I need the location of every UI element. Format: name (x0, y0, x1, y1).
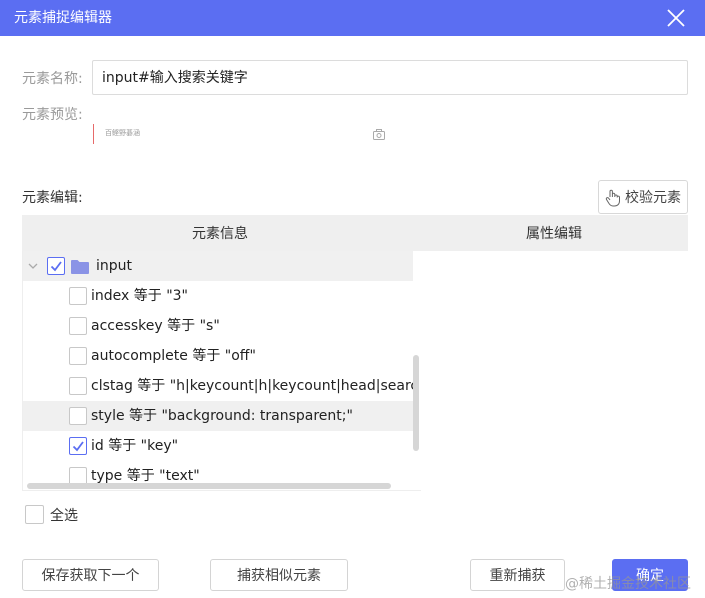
attribute-row[interactable]: id 等于 "key" (23, 431, 413, 461)
camera-icon (373, 128, 385, 140)
vertical-scrollbar[interactable] (413, 355, 419, 451)
root-checkbox[interactable] (47, 257, 65, 275)
attribute-label: style 等于 "background: transparent;" (91, 408, 353, 424)
element-preview-image: 百鲣野碁涵 (93, 124, 393, 144)
save-and-next-button[interactable]: 保存获取下一个 (22, 559, 159, 591)
save-and-next-label: 保存获取下一个 (41, 568, 140, 584)
column-element-info: 元素信息 (192, 226, 248, 242)
element-name-input[interactable]: input#输入搜索关键字 (92, 60, 688, 95)
preview-placeholder: 百鲣野碁涵 (105, 129, 140, 137)
attribute-checkbox[interactable] (69, 347, 87, 365)
capture-similar-button[interactable]: 捕获相似元素 (210, 559, 348, 591)
recapture-button[interactable]: 重新捕获 (470, 559, 565, 591)
chevron-down-icon[interactable] (27, 260, 39, 272)
attribute-label: id 等于 "key" (91, 438, 179, 454)
attribute-checkbox[interactable] (69, 437, 87, 455)
attribute-checkbox[interactable] (69, 377, 87, 395)
horizontal-scrollbar[interactable] (27, 483, 391, 489)
element-name-label: 元素名称: (22, 71, 83, 87)
element-preview-label: 元素预览: (22, 107, 83, 123)
attribute-row[interactable]: autocomplete 等于 "off" (23, 341, 413, 371)
attribute-label: index 等于 "3" (91, 288, 188, 304)
attribute-row[interactable]: index 等于 "3" (23, 281, 413, 311)
element-tree: input index 等于 "3" accesskey 等于 "s" auto… (22, 251, 421, 491)
dialog-titlebar: 元素捕捉编辑器 (0, 0, 705, 36)
select-all-checkbox[interactable] (25, 505, 44, 524)
folder-icon (71, 259, 89, 274)
pointer-hand-icon (605, 189, 621, 207)
attribute-checkbox[interactable] (69, 317, 87, 335)
select-all-label: 全选 (50, 508, 78, 524)
tree-root-row[interactable]: input (23, 251, 413, 281)
tree-root-label: input (96, 258, 133, 274)
table-header: 元素信息 属性编辑 (22, 215, 688, 251)
attribute-row[interactable]: style 等于 "background: transparent;" (23, 401, 413, 431)
dialog-title: 元素捕捉编辑器 (14, 10, 112, 26)
attribute-label: accesskey 等于 "s" (91, 318, 220, 334)
recapture-label: 重新捕获 (489, 568, 546, 584)
capture-similar-label: 捕获相似元素 (237, 568, 321, 584)
watermark: @稀土掘金技术社区 (565, 576, 691, 592)
attribute-checkbox[interactable] (69, 287, 87, 305)
attribute-row[interactable]: accesskey 等于 "s" (23, 311, 413, 341)
attribute-row[interactable]: clstag 等于 "h|keycount|h|keycount|head|se… (23, 371, 413, 401)
attribute-checkbox[interactable] (69, 407, 87, 425)
attribute-label: clstag 等于 "h|keycount|h|keycount|head|se… (91, 378, 413, 394)
column-property-edit: 属性编辑 (526, 226, 582, 242)
verify-element-button[interactable]: 校验元素 (598, 180, 688, 214)
element-name-value: input#输入搜索关键字 (102, 70, 248, 86)
verify-element-label: 校验元素 (625, 190, 681, 206)
close-icon[interactable] (664, 6, 688, 30)
preview-caret (93, 124, 94, 144)
element-edit-label: 元素编辑: (22, 190, 83, 206)
attribute-label: autocomplete 等于 "off" (91, 348, 256, 364)
